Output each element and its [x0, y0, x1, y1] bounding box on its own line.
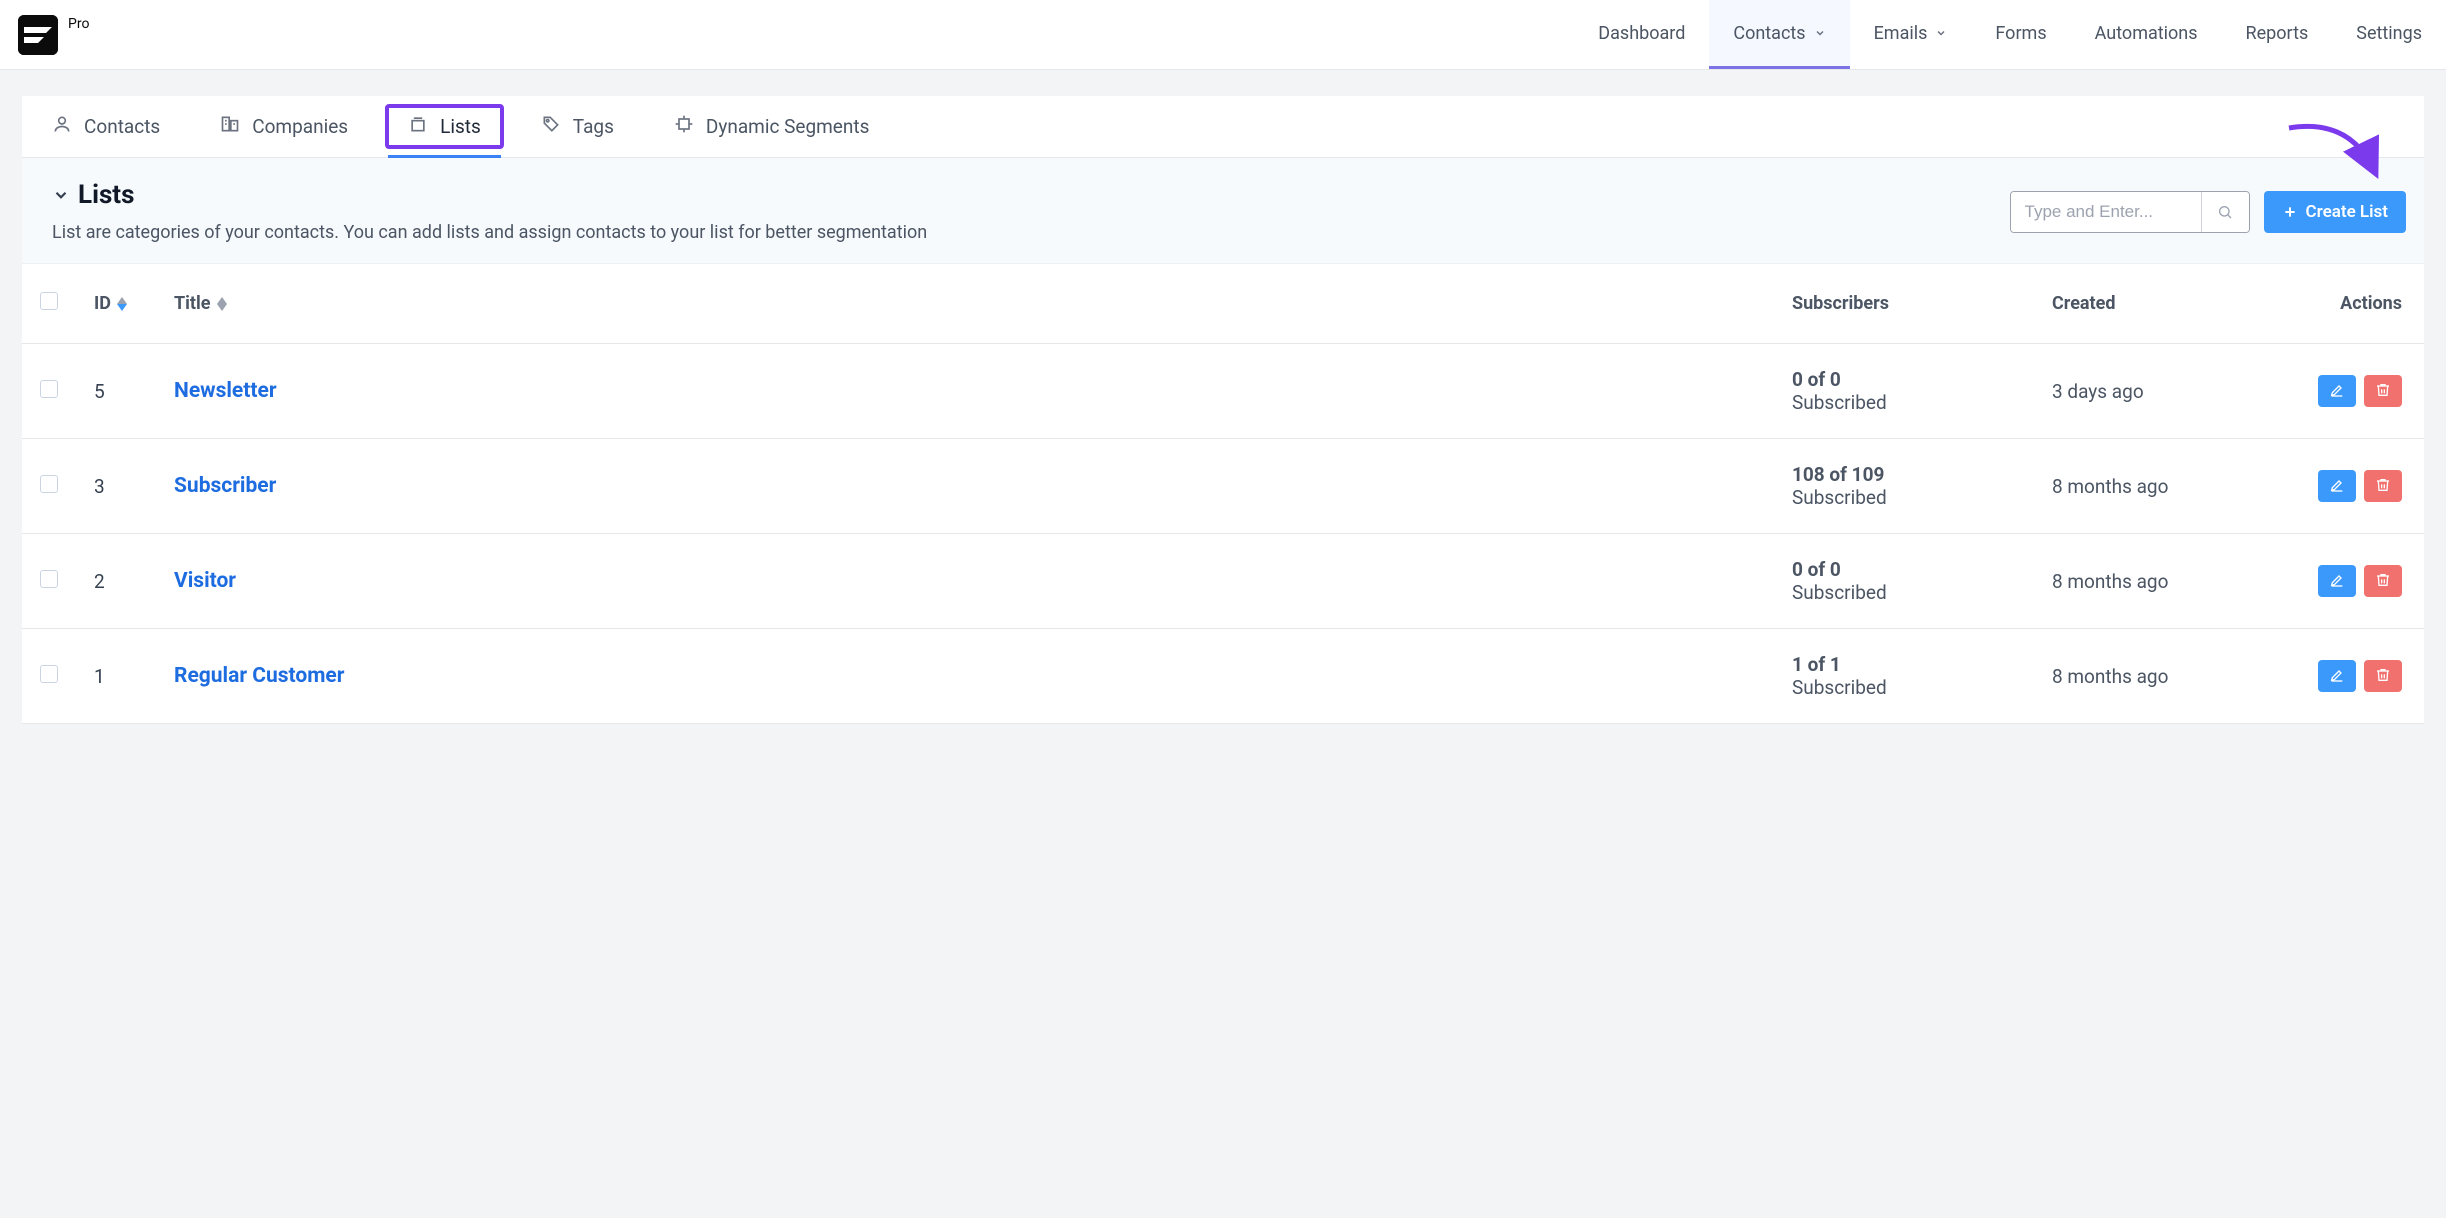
edit-button[interactable]: [2318, 660, 2356, 692]
lists-icon: [408, 114, 428, 139]
topnav-item-label: Settings: [2356, 23, 2422, 44]
row-subscribers: 0 of 0Subscribed: [1774, 344, 2034, 439]
column-header-created: Created: [2034, 264, 2294, 344]
topnav-item-label: Dashboard: [1598, 23, 1685, 44]
subnav-item-label: Dynamic Segments: [706, 115, 870, 138]
row-id: 2: [76, 534, 156, 629]
delete-button[interactable]: [2364, 660, 2402, 692]
edit-icon: [2329, 665, 2345, 688]
column-header-actions: Actions: [2294, 264, 2424, 344]
select-all-checkbox[interactable]: [40, 292, 58, 310]
row-checkbox[interactable]: [40, 665, 58, 683]
delete-button[interactable]: [2364, 375, 2402, 407]
top-navigation: Pro Dashboard Contacts Emails Forms Automati…: [0, 0, 2446, 70]
row-id: 5: [76, 344, 156, 439]
trash-icon: [2375, 475, 2391, 498]
sort-icon: [217, 297, 227, 311]
row-created: 8 months ago: [2034, 629, 2294, 724]
companies-tab[interactable]: Companies: [200, 96, 368, 157]
page-toolbar: Lists List are categories of your contac…: [22, 158, 2424, 264]
edit-icon: [2329, 570, 2345, 593]
row-checkbox[interactable]: [40, 570, 58, 588]
dynamic-segments-tab[interactable]: Dynamic Segments: [654, 96, 890, 157]
list-title-link[interactable]: Visitor: [174, 569, 236, 593]
topnav-item-label: Contacts: [1733, 23, 1805, 44]
row-id: 3: [76, 439, 156, 534]
column-header-title[interactable]: Title: [156, 264, 1774, 344]
tags-icon: [541, 114, 561, 139]
companies-icon: [220, 114, 240, 139]
topnav-item-label: Emails: [1874, 23, 1928, 44]
row-checkbox[interactable]: [40, 380, 58, 398]
row-checkbox[interactable]: [40, 475, 58, 493]
brand-pro-label: Pro: [68, 0, 89, 32]
search-group: [2010, 191, 2250, 233]
page-title-toggle[interactable]: Lists: [52, 180, 2010, 210]
sort-icon: [117, 297, 127, 311]
table-row: 5 Newsletter 0 of 0Subscribed3 days ago: [22, 344, 2424, 439]
topnav-item-forms[interactable]: Forms: [1971, 0, 2070, 69]
subnav-item-label: Contacts: [84, 115, 160, 138]
topnav-item-settings[interactable]: Settings: [2332, 0, 2446, 69]
topnav-item-label: Reports: [2246, 23, 2309, 44]
trash-icon: [2375, 570, 2391, 593]
create-list-button[interactable]: Create List: [2264, 191, 2407, 233]
list-title-link[interactable]: Regular Customer: [174, 664, 344, 688]
search-input[interactable]: [2011, 192, 2201, 232]
chevron-down-icon: [1935, 27, 1947, 39]
chevron-down-icon: [1814, 27, 1826, 39]
edit-button[interactable]: [2318, 565, 2356, 597]
trash-icon: [2375, 380, 2391, 403]
topnav-item-automations[interactable]: Automations: [2071, 0, 2222, 69]
subnav-item-label: Companies: [252, 115, 348, 138]
edit-icon: [2329, 475, 2345, 498]
plus-icon: [2282, 204, 2298, 220]
edit-icon: [2329, 380, 2345, 403]
lists-table: ID Title: [22, 264, 2424, 724]
row-subscribers: 1 of 1Subscribed: [1774, 629, 2034, 724]
dynamic-segments-icon: [674, 114, 694, 139]
table-row: 2 Visitor 0 of 0Subscribed8 months ago: [22, 534, 2424, 629]
topnav-item-label: Automations: [2095, 23, 2198, 44]
contacts-tab[interactable]: Contacts: [32, 96, 180, 157]
row-subscribers: 0 of 0Subscribed: [1774, 534, 2034, 629]
chevron-down-icon: [52, 186, 70, 204]
column-header-subscribers: Subscribers: [1774, 264, 2034, 344]
edit-button[interactable]: [2318, 375, 2356, 407]
topnav-item-contacts[interactable]: Contacts: [1709, 0, 1849, 69]
topnav-item-dashboard[interactable]: Dashboard: [1574, 0, 1709, 69]
list-title-link[interactable]: Subscriber: [174, 474, 276, 498]
row-subscribers: 108 of 109Subscribed: [1774, 439, 2034, 534]
row-id: 1: [76, 629, 156, 724]
table-row: 3 Subscriber 108 of 109Subscribed8 months …: [22, 439, 2424, 534]
search-button[interactable]: [2201, 192, 2249, 232]
page-description: List are categories of your contacts. Yo…: [52, 222, 2010, 243]
contacts-icon: [52, 114, 72, 139]
row-created: 8 months ago: [2034, 439, 2294, 534]
tags-tab[interactable]: Tags: [521, 96, 634, 157]
topnav-item-label: Forms: [1995, 23, 2046, 44]
contacts-subnav: Contacts Companies Lists Tags Dynamic Segmen…: [22, 96, 2424, 158]
lists-tab[interactable]: Lists: [388, 96, 501, 157]
topnav-item-reports[interactable]: Reports: [2222, 0, 2333, 69]
column-header-id[interactable]: ID: [76, 264, 156, 344]
list-title-link[interactable]: Newsletter: [174, 379, 277, 403]
page-title: Lists: [78, 180, 134, 210]
trash-icon: [2375, 665, 2391, 688]
table-row: 1 Regular Customer 1 of 1Subscribed8 month…: [22, 629, 2424, 724]
topnav-item-emails[interactable]: Emails: [1850, 0, 1972, 69]
row-created: 3 days ago: [2034, 344, 2294, 439]
subnav-item-label: Tags: [573, 115, 614, 138]
create-list-button-label: Create List: [2306, 202, 2389, 222]
row-created: 8 months ago: [2034, 534, 2294, 629]
delete-button[interactable]: [2364, 470, 2402, 502]
search-icon: [2217, 204, 2233, 220]
edit-button[interactable]: [2318, 470, 2356, 502]
brand-logo[interactable]: [18, 15, 58, 55]
subnav-item-label: Lists: [440, 115, 481, 138]
delete-button[interactable]: [2364, 565, 2402, 597]
